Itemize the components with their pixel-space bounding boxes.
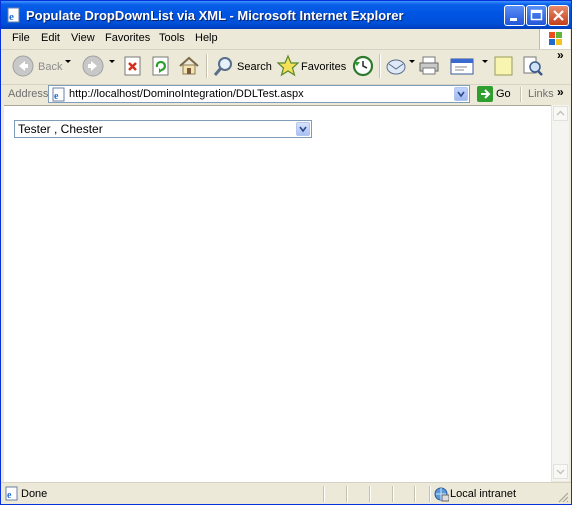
resize-grip-icon[interactable] — [557, 491, 569, 503]
address-bar: Address e http://localhost/DominoIntegra… — [1, 85, 571, 105]
toolbar-overflow-chevron-icon[interactable]: » — [557, 48, 564, 62]
favorites-label: Favorites — [301, 61, 347, 73]
status-bar: e Done Local intranet — [1, 482, 571, 504]
standard-toolbar: Back Search Favorites » — [1, 48, 571, 85]
research-icon — [523, 56, 543, 76]
maximize-icon — [530, 9, 543, 21]
mail-icon — [386, 59, 406, 75]
back-label: Back — [38, 61, 63, 73]
menu-view[interactable]: View — [71, 32, 95, 44]
page-icon: e — [51, 87, 67, 106]
search-button[interactable]: Search — [211, 52, 272, 80]
menu-edit[interactable]: Edit — [41, 32, 60, 44]
note-icon — [494, 56, 513, 76]
dropdown-selected-value: Tester , Chester — [18, 122, 103, 136]
forward-arrow-icon — [82, 55, 104, 77]
links-label[interactable]: Links — [528, 88, 554, 100]
go-arrow-icon — [477, 86, 493, 102]
status-page-icon: e — [4, 486, 20, 504]
go-button[interactable]: Go — [475, 85, 513, 103]
minimize-icon — [510, 18, 517, 21]
chevron-down-icon — [457, 91, 465, 98]
status-separator — [369, 486, 371, 502]
stop-button[interactable] — [121, 52, 145, 80]
status-separator — [414, 486, 416, 502]
discuss-button[interactable] — [492, 52, 516, 80]
status-text: Done — [21, 488, 48, 500]
names-dropdown[interactable]: Tester , Chester — [14, 120, 312, 138]
back-button[interactable]: Back — [9, 52, 69, 80]
status-separator — [323, 486, 325, 502]
print-icon — [419, 56, 439, 75]
go-label: Go — [496, 88, 511, 100]
print-button[interactable] — [417, 52, 443, 80]
chevron-down-icon — [556, 469, 565, 475]
edit-icon — [450, 58, 474, 75]
svg-text:e: e — [54, 91, 59, 102]
stop-icon — [124, 56, 141, 76]
chevron-up-icon — [556, 110, 565, 116]
home-icon — [179, 56, 199, 75]
home-button[interactable] — [177, 52, 201, 80]
scroll-down-button[interactable] — [553, 464, 568, 479]
minimize-button[interactable] — [504, 5, 525, 26]
address-dropdown-button[interactable] — [454, 87, 468, 101]
ie-page-icon: e — [6, 7, 22, 23]
mail-button[interactable] — [385, 52, 415, 80]
edit-dropdown-arrow[interactable] — [482, 60, 488, 63]
refresh-icon — [152, 56, 169, 76]
security-zone-text: Local intranet — [450, 488, 517, 500]
status-separator — [392, 486, 394, 502]
window-title: Populate DropDownList via XML - Microsof… — [26, 8, 404, 23]
close-icon — [553, 10, 564, 21]
status-separator — [429, 486, 431, 502]
svg-text:e: e — [9, 11, 14, 23]
close-button[interactable] — [548, 5, 569, 26]
links-overflow-chevron-icon[interactable]: » — [557, 85, 564, 99]
scroll-up-button[interactable] — [553, 106, 568, 121]
page-content: Tester , Chester — [4, 105, 551, 482]
local-intranet-icon — [433, 486, 450, 504]
favorites-star-icon — [276, 54, 300, 77]
menu-help[interactable]: Help — [195, 32, 218, 44]
back-dropdown-arrow[interactable] — [65, 60, 71, 63]
history-button[interactable] — [351, 52, 375, 80]
forward-dropdown-arrow[interactable] — [109, 60, 115, 63]
search-label: Search — [237, 61, 272, 73]
toolbar-separator — [379, 54, 381, 78]
edit-button[interactable] — [449, 52, 483, 80]
dropdown-button[interactable] — [296, 122, 310, 136]
address-url: http://localhost/DominoIntegration/DDLTe… — [69, 88, 304, 100]
address-label: Address — [8, 88, 49, 100]
chevron-down-icon — [299, 126, 307, 133]
back-arrow-icon — [12, 55, 34, 77]
toolbar-separator — [206, 54, 208, 78]
status-separator — [346, 486, 348, 502]
research-button[interactable] — [520, 52, 544, 80]
forward-button[interactable] — [79, 52, 109, 80]
address-input[interactable]: e http://localhost/DominoIntegration/DDL… — [48, 85, 470, 103]
menu-tools[interactable]: Tools — [159, 32, 185, 44]
refresh-button[interactable] — [149, 52, 173, 80]
vertical-scrollbar[interactable] — [551, 105, 569, 481]
address-separator — [520, 87, 522, 102]
maximize-button[interactable] — [526, 5, 547, 26]
windows-logo-icon — [539, 29, 570, 49]
menu-bar: File Edit View Favorites Tools Help — [1, 29, 571, 50]
menu-favorites[interactable]: Favorites — [105, 32, 150, 44]
title-bar[interactable]: e Populate DropDownList via XML - Micros… — [1, 1, 571, 29]
mail-dropdown-arrow[interactable] — [409, 60, 415, 63]
browser-window: e Populate DropDownList via XML - Micros… — [0, 0, 572, 505]
history-icon — [352, 55, 374, 77]
menu-file[interactable]: File — [12, 32, 30, 44]
svg-text:e: e — [7, 490, 12, 501]
favorites-button[interactable]: Favorites — [275, 52, 347, 80]
search-icon — [213, 57, 232, 76]
